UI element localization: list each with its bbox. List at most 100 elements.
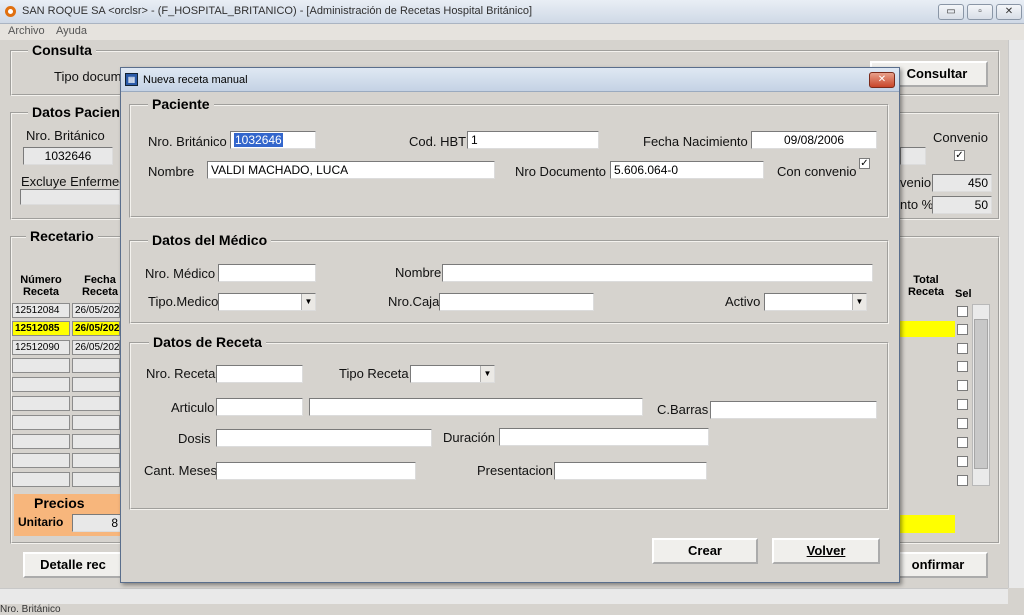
excluye-enfermedad-field[interactable] (20, 189, 120, 205)
table-row-empty[interactable] (72, 415, 120, 430)
chevron-down-icon[interactable]: ▼ (301, 294, 315, 310)
tipo-documento-label: Tipo docum (54, 69, 122, 84)
close-button[interactable]: ✕ (996, 4, 1022, 20)
nro-documento-label: Nro Documento (515, 164, 607, 179)
table-row-empty[interactable] (72, 434, 120, 449)
detalle-receta-button[interactable]: Detalle rec (23, 552, 123, 578)
presentacion-input[interactable] (554, 462, 707, 480)
medico-nombre-input[interactable] (442, 264, 873, 282)
dialog-titlebar: ▦ Nueva receta manual ✕ (121, 68, 899, 92)
activo-select[interactable]: ▼ (764, 293, 867, 311)
dialog-close-button[interactable]: ✕ (869, 72, 895, 88)
table-row-empty[interactable] (72, 472, 120, 487)
duracion-label: Duración (443, 430, 496, 445)
table-row-empty[interactable] (12, 358, 70, 373)
con-convenio-label: Con convenio (777, 164, 857, 179)
table-row-empty[interactable] (12, 472, 70, 487)
consulta-legend: Consulta (28, 42, 96, 58)
nro-receta-label: Nro. Receta (146, 366, 216, 381)
sel-checkbox[interactable] (957, 456, 968, 467)
table-row-empty[interactable] (72, 377, 120, 392)
table-row[interactable]: 12512090 (12, 340, 70, 355)
sel-checkbox[interactable] (957, 380, 968, 391)
cod-hbt-input[interactable]: 1 (467, 131, 599, 149)
dlg-nombre-input[interactable]: VALDI MACHADO, LUCA (207, 161, 495, 179)
medico-legend: Datos del Médico (148, 232, 272, 248)
main-horizontal-scrollbar[interactable] (0, 588, 1008, 604)
sel-checkbox[interactable] (957, 399, 968, 410)
minimize-button[interactable]: ▭ (938, 4, 964, 20)
articulo-code-input[interactable] (216, 398, 303, 416)
sel-checkbox[interactable] (957, 324, 968, 335)
main-vertical-scrollbar[interactable] (1008, 40, 1024, 588)
unitario-field[interactable]: 8 (72, 514, 122, 532)
confirmar-button[interactable]: onfirmar (888, 552, 988, 578)
duracion-input[interactable] (499, 428, 709, 446)
recetario-scroll-thumb[interactable] (974, 319, 988, 469)
chevron-down-icon[interactable]: ▼ (480, 366, 494, 382)
table-row-empty[interactable] (12, 377, 70, 392)
table-row[interactable]: 26/05/202 (72, 303, 120, 318)
total-highlight (900, 515, 955, 533)
restore-button[interactable]: ▫ (967, 4, 993, 20)
col-sel: Sel (955, 288, 972, 300)
dosis-label: Dosis (178, 431, 211, 446)
sel-checkbox[interactable] (957, 475, 968, 486)
dlg-nro-britanico-value: 1032646 (234, 133, 283, 147)
descuento-field[interactable]: 50 (932, 196, 992, 214)
recetario-scrollbar[interactable] (972, 304, 990, 486)
chevron-down-icon[interactable]: ▼ (852, 294, 866, 310)
table-row-empty[interactable] (72, 358, 120, 373)
tipo-medico-label: Tipo.Medico (148, 294, 219, 309)
fecha-nacimiento-input[interactable]: 09/08/2006 (751, 131, 877, 149)
menu-ayuda[interactable]: Ayuda (56, 25, 87, 37)
table-row-empty[interactable] (72, 396, 120, 411)
table-row-selected[interactable]: 26/05/202 (72, 321, 120, 336)
presentacion-label: Presentacion (477, 463, 553, 478)
table-row-empty[interactable] (72, 453, 120, 468)
dialog-app-icon: ▦ (125, 73, 138, 86)
table-row-empty[interactable] (12, 453, 70, 468)
dlg-nro-britanico-input[interactable]: 1032646 (230, 131, 316, 149)
col-total-receta: Total Receta (907, 274, 945, 298)
table-row-empty[interactable] (12, 415, 70, 430)
nro-caja-input[interactable] (439, 293, 594, 311)
medico-nombre-label: Nombre (395, 265, 442, 280)
cod-hbt-label: Cod. HBT (409, 134, 467, 149)
window-title: SAN ROQUE SA <orclsr> - (F_HOSPITAL_BRIT… (22, 5, 533, 17)
table-row-selected[interactable]: 12512085 (12, 321, 70, 336)
volver-button[interactable]: Volver (772, 538, 880, 564)
c-barras-input[interactable] (710, 401, 877, 419)
convenio-checkbox[interactable]: ✓ (954, 150, 965, 161)
sel-checkbox[interactable] (957, 306, 968, 317)
dlg-nro-britanico-label: Nro. Británico (148, 134, 227, 149)
articulo-description-input[interactable] (309, 398, 643, 416)
nro-medico-label: Nro. Médico (145, 266, 216, 281)
table-row-empty[interactable] (12, 396, 70, 411)
cant-meses-label: Cant. Meses (144, 463, 217, 478)
nro-medico-input[interactable] (218, 264, 316, 282)
nro-documento-input[interactable]: 5.606.064-0 (610, 161, 764, 179)
tipo-medico-select[interactable]: ▼ (218, 293, 316, 311)
tipo-receta-select[interactable]: ▼ (410, 365, 495, 383)
articulo-label: Articulo (171, 400, 215, 415)
menu-bar: Archivo Ayuda (0, 24, 1024, 40)
table-row-empty[interactable] (12, 434, 70, 449)
table-row[interactable]: 26/05/202 (72, 340, 120, 355)
sel-checkbox[interactable] (957, 418, 968, 429)
nro-receta-input[interactable] (216, 365, 303, 383)
col-fecha-receta: Fecha Receta (81, 274, 119, 298)
sel-checkbox[interactable] (957, 343, 968, 354)
window-titlebar: SAN ROQUE SA <orclsr> - (F_HOSPITAL_BRIT… (0, 0, 1024, 24)
menu-archivo[interactable]: Archivo (8, 25, 45, 37)
sel-checkbox[interactable] (957, 361, 968, 372)
sel-checkbox[interactable] (957, 437, 968, 448)
con-convenio-checkbox[interactable]: ✓ (859, 158, 870, 169)
crear-button[interactable]: Crear (652, 538, 758, 564)
nro-britanico-field[interactable]: 1032646 (23, 147, 113, 165)
fecha-nacimiento-label: Fecha Nacimiento (643, 134, 748, 149)
convenio-amount-field[interactable]: 450 (932, 174, 992, 192)
cant-meses-input[interactable] (216, 462, 416, 480)
table-row[interactable]: 12512084 (12, 303, 70, 318)
dosis-input[interactable] (216, 429, 432, 447)
